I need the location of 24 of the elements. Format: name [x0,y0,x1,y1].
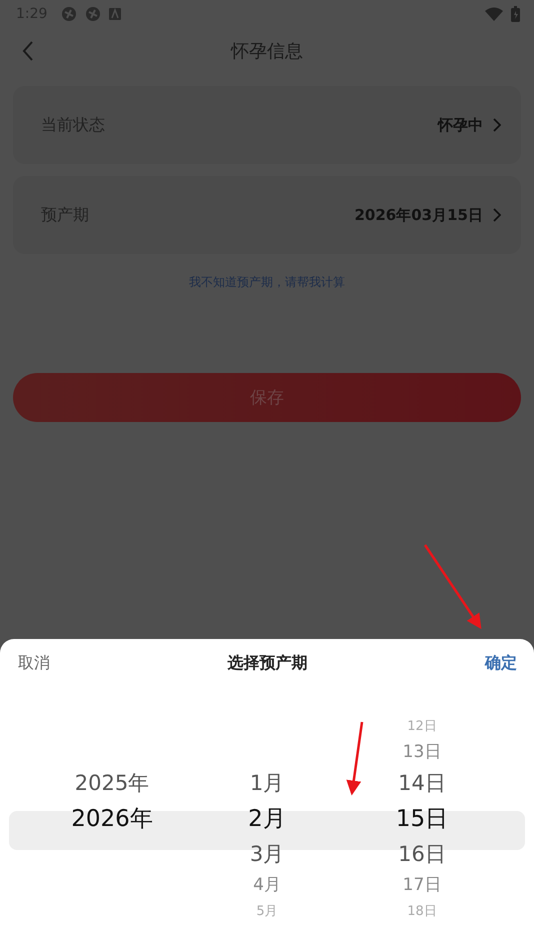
keyboard-notification-icon [109,8,122,20]
picker-option[interactable]: 13日 [402,744,442,761]
picker-option[interactable]: 1月 [250,773,284,794]
picker-option[interactable]: 2026年 [71,808,153,830]
picker-option[interactable]: 2月 [248,808,286,830]
picker-title: 选择预产期 [228,652,308,674]
battery-icon [511,6,520,22]
app-notification-icon [85,6,102,22]
picker-option[interactable]: 3月 [250,844,284,865]
picker-option[interactable]: 2025年 [74,773,150,794]
chevron-right-icon [493,208,501,222]
wifi-icon [485,7,503,21]
app-notification-icon [61,6,78,22]
confirm-button[interactable]: 确定 [485,652,517,674]
picker-option[interactable]: 14日 [398,773,446,794]
field-value: 2026年03月15日 [354,206,483,224]
chevron-right-icon [493,118,501,132]
picker-option[interactable]: 15日 [396,808,448,830]
picker-option[interactable]: 4月 [253,877,281,894]
field-value: 怀孕中 [438,116,483,134]
cancel-button[interactable]: 取消 [18,652,50,674]
picker-option[interactable]: 16日 [398,844,446,865]
picker-option[interactable]: 17日 [402,877,442,894]
back-icon[interactable] [22,40,34,62]
